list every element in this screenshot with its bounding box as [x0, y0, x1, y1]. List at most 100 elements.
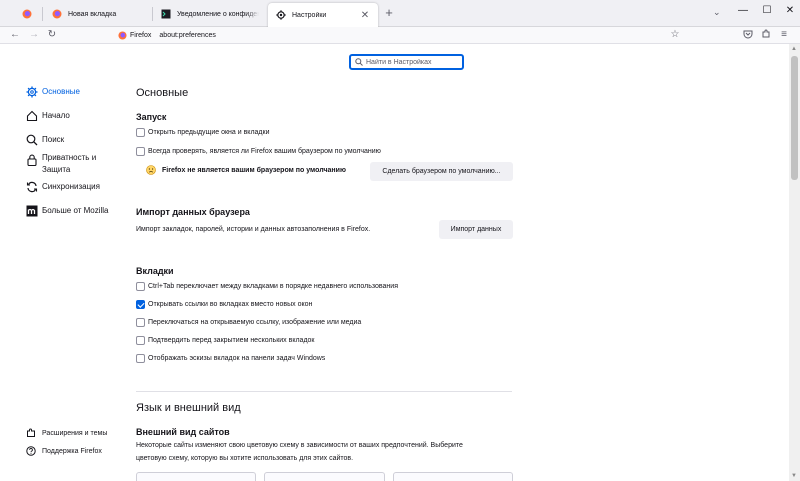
category-privacy[interactable]: Приватность и Защита	[26, 152, 116, 176]
import-description: Импорт закладок, паролей, истории и данн…	[136, 226, 371, 233]
url-bar[interactable]: Firefox about:preferences	[118, 29, 688, 42]
search-input[interactable]	[366, 58, 456, 66]
gear-icon	[276, 10, 286, 20]
tab-title: Уведомление о конфиденциальности	[177, 10, 259, 18]
pocket-icon[interactable]	[742, 29, 754, 41]
menu-hamburger-icon[interactable]: ≡	[778, 29, 790, 41]
checkbox-label: Отображать эскизы вкладок на панели зада…	[148, 355, 326, 362]
category-general[interactable]: Основные	[26, 86, 80, 98]
gear-icon	[26, 86, 38, 98]
page-title: Основные	[136, 87, 189, 99]
close-tab-icon[interactable]: ✕	[360, 10, 370, 21]
checkbox-label: Открывать ссылки во вкладках вместо новы…	[148, 301, 313, 308]
checkbox[interactable]	[136, 282, 145, 291]
check-default-checkbox-row[interactable]: Всегда проверять, является ли Firefox ва…	[136, 147, 381, 156]
checkbox[interactable]	[136, 336, 145, 345]
category-label: Поиск	[42, 135, 65, 144]
not-default-message: Firefox не является вашим браузером по у…	[146, 165, 346, 175]
sync-icon	[26, 181, 38, 193]
puzzle-icon	[27, 428, 35, 437]
category-label: Приватность и Защита	[42, 153, 97, 174]
theme-card-dark[interactable]	[393, 472, 513, 481]
tabs-heading: Вкладки	[136, 266, 174, 276]
tab-settings[interactable]: Настройки ✕	[268, 3, 378, 27]
checkbox-checked[interactable]	[136, 300, 145, 309]
mozilla-icon	[26, 205, 38, 217]
tab-separator	[42, 7, 43, 21]
checkbox-label: Подтвердить перед закрытием нескольких в…	[148, 337, 315, 344]
scroll-up-icon[interactable]: ▲	[791, 46, 797, 52]
close-window-icon[interactable]: ✕	[783, 4, 797, 18]
import-heading: Импорт данных браузера	[136, 207, 250, 217]
firefox-icon	[118, 31, 127, 40]
ctrl-tab-checkbox-row[interactable]: Ctrl+Tab переключает между вкладками в п…	[136, 282, 398, 291]
category-label: Синхронизация	[42, 182, 100, 191]
navigation-toolbar: ← → ↻ Firefox about:preferences ☆ ≡	[0, 27, 800, 44]
checkbox-label: Всегда проверять, является ли Firefox ва…	[148, 148, 381, 155]
category-sync[interactable]: Синхронизация	[26, 181, 100, 193]
addons-link[interactable]: Расширения и темы	[26, 428, 107, 438]
appearance-heading: Внешний вид сайтов	[136, 427, 230, 437]
support-link[interactable]: Поддержка Firefox	[26, 446, 102, 456]
checkbox[interactable]	[136, 318, 145, 327]
language-title: Язык и внешний вид	[136, 402, 241, 414]
help-icon	[26, 446, 36, 456]
category-more-from-mozilla[interactable]: Больше от Mozilla	[26, 205, 109, 217]
chevron-down-icon[interactable]: ⌄	[713, 7, 721, 18]
theme-card-light[interactable]	[264, 472, 385, 481]
category-home[interactable]: Начало	[26, 110, 70, 122]
tab-new-tab[interactable]: Новая вкладка	[44, 3, 152, 25]
switch-to-media-checkbox-row[interactable]: Переключаться на открываемую ссылку, изо…	[136, 318, 361, 327]
scrollbar-thumb[interactable]	[791, 56, 798, 180]
tab-title: Настройки	[292, 11, 327, 19]
firefox-icon	[22, 9, 32, 19]
minimize-icon[interactable]: —	[736, 4, 750, 18]
scrollbar[interactable]: ▲ ▼	[789, 44, 800, 481]
url-text[interactable]: about:preferences	[159, 32, 215, 39]
checkbox-label: Переключаться на открываемую ссылку, изо…	[148, 319, 362, 326]
checkbox[interactable]	[136, 354, 145, 363]
checkbox-label: Ctrl+Tab переключает между вкладками в п…	[148, 283, 398, 290]
tab-pinned-firefox[interactable]	[22, 3, 34, 25]
category-label: Начало	[42, 111, 70, 120]
taskbar-previews-checkbox-row[interactable]: Отображать эскизы вкладок на панели зада…	[136, 354, 325, 363]
search-icon	[26, 134, 38, 146]
make-default-button[interactable]: Сделать браузером по умолчанию...	[370, 162, 513, 181]
category-search[interactable]: Поиск	[26, 134, 64, 146]
tab-strip: Новая вкладка Уведомление о конфиденциал…	[0, 0, 800, 27]
tab-title: Новая вкладка	[68, 10, 117, 18]
not-default-label: Firefox не является вашим браузером по у…	[162, 166, 346, 174]
home-icon	[26, 110, 38, 122]
sad-face-icon	[146, 165, 156, 175]
checkbox[interactable]	[136, 147, 145, 156]
back-arrow-icon[interactable]: ←	[9, 29, 21, 41]
category-label: Основные	[42, 87, 80, 96]
section-divider	[136, 391, 512, 392]
confirm-close-checkbox-row[interactable]: Подтвердить перед закрытием нескольких в…	[136, 336, 315, 345]
checkbox-label: Открыть предыдущие окна и вкладки	[148, 129, 270, 136]
reload-icon[interactable]: ↻	[46, 29, 58, 41]
appearance-description: цветовую схему, которую вы хотите исполь…	[136, 455, 354, 462]
tab-privacy-notice[interactable]: Уведомление о конфиденциальности	[153, 3, 267, 25]
preferences-page: Основные Начало Поиск Приватность и Защи…	[0, 44, 800, 481]
star-bookmark-icon[interactable]: ☆	[669, 29, 681, 41]
lock-icon	[27, 154, 37, 166]
identity-label: Firefox	[130, 32, 152, 39]
checkbox[interactable]	[136, 128, 145, 137]
addons-label: Расширения и темы	[42, 429, 108, 437]
search-field[interactable]	[349, 54, 464, 70]
open-links-in-tabs-checkbox-row[interactable]: Открывать ссылки во вкладках вместо новы…	[136, 300, 312, 309]
restore-session-checkbox-row[interactable]: Открыть предыдущие окна и вкладки	[136, 128, 269, 137]
maximize-icon[interactable]: ☐	[760, 4, 774, 18]
firefox-icon	[52, 9, 62, 19]
terminal-icon	[161, 9, 171, 19]
appearance-description: Некоторые сайты изменяют свою цветовую с…	[136, 442, 463, 449]
import-data-button[interactable]: Импорт данных	[439, 220, 513, 239]
category-label: Больше от Mozilla	[42, 206, 109, 215]
forward-arrow-icon[interactable]: →	[28, 29, 40, 41]
new-tab-button[interactable]: +	[382, 5, 396, 21]
scroll-down-icon[interactable]: ▼	[791, 473, 797, 479]
startup-heading: Запуск	[136, 112, 167, 122]
theme-card-auto[interactable]	[136, 472, 256, 481]
extensions-icon[interactable]	[760, 29, 772, 41]
